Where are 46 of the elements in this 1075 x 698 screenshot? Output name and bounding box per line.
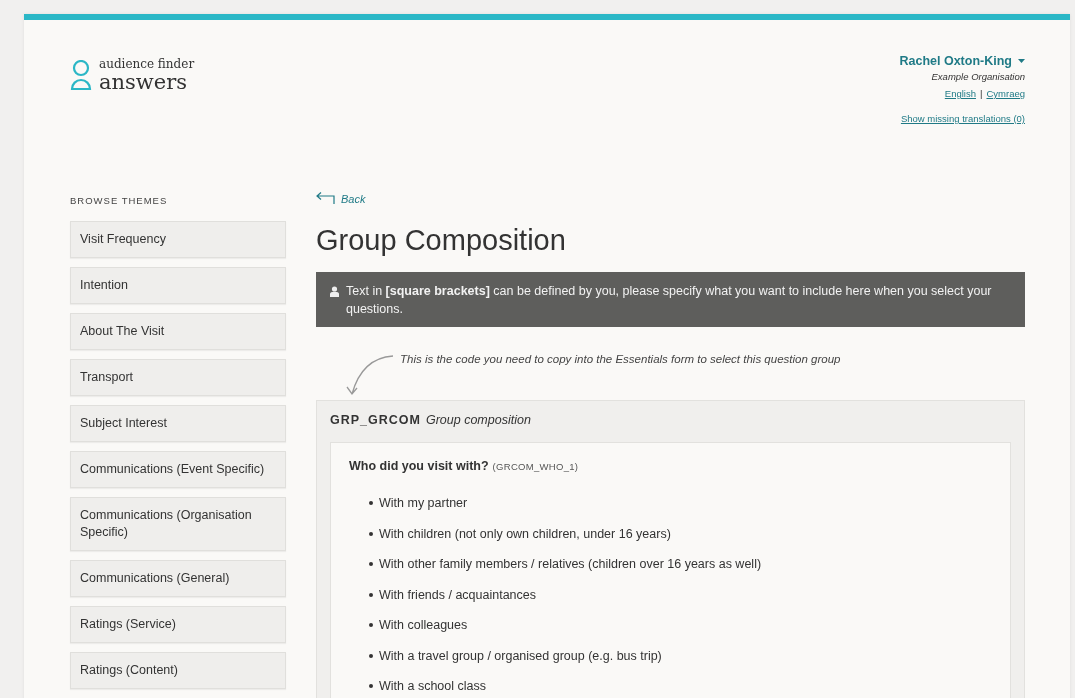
answer-option: With a travel group / organised group (e.g. bus trip) [379, 648, 662, 663]
bullet-icon [369, 684, 373, 689]
person-icon [330, 286, 339, 297]
answer-option: With other family members / relatives (children over 16 years as well) [379, 557, 762, 572]
logo-subtitle: audience finder [99, 57, 195, 71]
missing-translations-link[interactable]: Show missing translations (0) [900, 113, 1025, 124]
page-title: Group Composition [316, 223, 567, 257]
theme-item[interactable]: About The Visit [70, 313, 286, 350]
bullet-icon [369, 562, 373, 567]
organisation-name: Example Organisation [931, 71, 1025, 82]
bullet-icon [369, 531, 373, 536]
answer-option: With a school class [379, 679, 486, 694]
sidebar-heading: BROWSE THEMES [70, 195, 169, 206]
bullet-icon [369, 653, 373, 658]
back-link[interactable]: Back [316, 192, 1025, 205]
notice-text: Text in [square brackets] can be defined by you, please specify what you want to include here when you select your questions. [346, 283, 993, 318]
answer-option: With my partner [379, 496, 468, 511]
answer-option: With friends / acquaintances [379, 587, 537, 602]
language-link[interactable]: English [944, 88, 976, 99]
theme-item[interactable]: Transport [70, 359, 286, 396]
curved-arrow-icon [344, 354, 394, 396]
answer-option: With colleagues [379, 618, 468, 633]
language-link[interactable]: Cymraeg [986, 88, 1025, 99]
theme-item[interactable]: Intention [70, 267, 286, 304]
user-menu-button[interactable]: Rachel Oxton-King [899, 54, 1025, 68]
person-icon [70, 60, 92, 91]
hint-text: This is the code you need to copy into the Essentials form to select this question group [400, 353, 841, 365]
question-text: Who did you visit with? [349, 459, 489, 473]
answer-option: With children (not only own children, under 16 years) [379, 526, 671, 541]
caret-icon [1018, 59, 1025, 63]
bullet-icon [369, 592, 373, 597]
logo-title: answers [99, 71, 189, 93]
question-code: (GRCOM_WHO_1) [492, 461, 579, 472]
separator: | [980, 88, 983, 99]
theme-item[interactable]: Ratings (Service) [70, 606, 286, 643]
group-name: Group composition [425, 413, 531, 427]
theme-item[interactable]: Communications (Event Specific) [70, 451, 286, 488]
bullet-icon [369, 501, 373, 506]
theme-item[interactable]: Subject Interest [70, 405, 286, 442]
theme-item[interactable]: Communications (General) [70, 560, 286, 597]
group-code: GRP_GRCOM [330, 413, 421, 427]
theme-item[interactable]: Ratings (Content) [70, 652, 286, 689]
bullet-icon [369, 623, 373, 628]
back-arrow-icon [316, 192, 335, 205]
theme-item[interactable]: Visit Frequency [70, 221, 286, 258]
theme-item[interactable]: Communications (Organisation Specific) [70, 497, 286, 551]
